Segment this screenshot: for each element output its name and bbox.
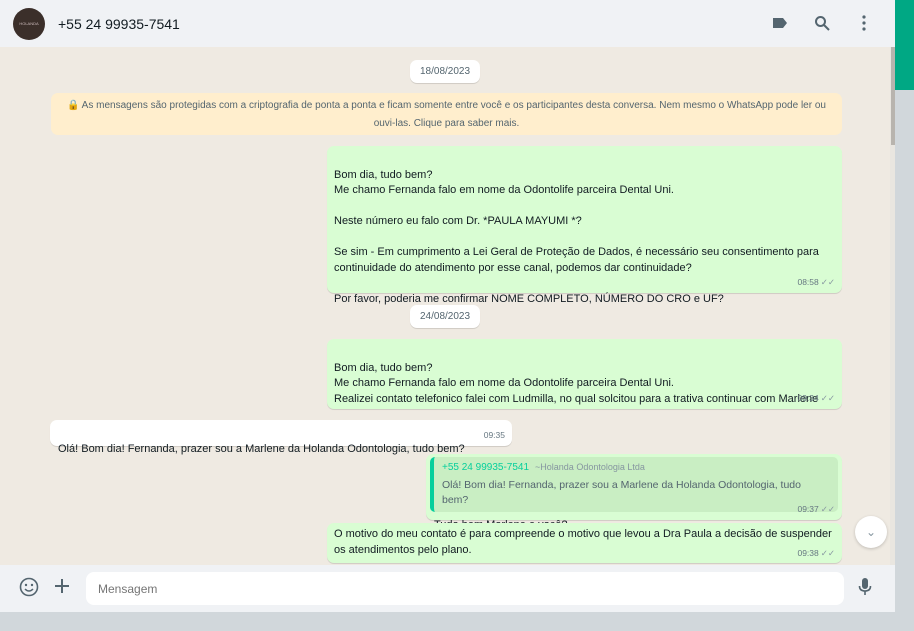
chat-header: HOLANDA +55 24 99935-7541 — [0, 0, 895, 47]
message-time: 08:58 — [797, 276, 819, 287]
message-outgoing: O motivo do meu contato é para compreend… — [327, 523, 842, 563]
message-time: 09:37 — [797, 503, 819, 514]
double-check-icon: ✓✓ — [820, 503, 835, 514]
message-text: O motivo do meu contato é para compreend… — [334, 528, 832, 556]
quote-author-name: ~Holanda Odontologia Ltda — [535, 462, 645, 472]
avatar-logo-text: HOLANDA — [19, 21, 39, 26]
message-time: 09:38 — [797, 547, 819, 558]
emoji-icon[interactable] — [19, 577, 39, 602]
chevron-down-icon: ⌄ — [865, 525, 877, 539]
message-outgoing: Bom dia, tudo bem? Me chamo Fernanda fal… — [327, 146, 842, 305]
message-incoming: Olá! Bom dia! Fernanda, prazer sou a Mar… — [50, 420, 512, 455]
date-separator: 18/08/2023 — [410, 60, 481, 83]
message-meta: 09:38 ✓✓ — [797, 546, 835, 562]
scroll-down-button[interactable]: ⌄ — [855, 516, 887, 548]
microphone-icon[interactable] — [858, 577, 872, 602]
double-check-icon: ✓✓ — [820, 392, 835, 403]
quote-text: Olá! Bom dia! Fernanda, prazer sou a Mar… — [442, 478, 801, 507]
message-meta: 09:37 ✓✓ — [797, 502, 835, 518]
encryption-notice[interactable]: 🔒 As mensagens são protegidas com a crip… — [51, 93, 842, 135]
quote-author: +55 24 99935-7541 — [442, 462, 530, 473]
compose-bar — [0, 565, 895, 612]
message-text: Bom dia, tudo bem? Me chamo Fernanda fal… — [334, 168, 819, 305]
double-check-icon: ✓✓ — [820, 547, 835, 558]
message-meta: 09:34 ✓✓ — [797, 391, 835, 407]
message-meta: 08:58 ✓✓ — [797, 275, 835, 291]
search-icon[interactable] — [811, 12, 833, 34]
message-outgoing-reply: +55 24 99935-7541 ~Holanda Odontologia Lt… — [426, 454, 842, 531]
message-text: Bom dia, tudo bem? Me chamo Fernanda fal… — [334, 361, 819, 405]
contact-name[interactable]: +55 24 99935-7541 — [58, 16, 180, 32]
menu-icon[interactable] — [853, 12, 875, 34]
window-accent-strip — [895, 0, 914, 90]
chat-window: HOLANDA +55 24 99935-7541 18/08/2023 🔒 A… — [0, 0, 895, 612]
message-text: Olá! Bom dia! Fernanda, prazer sou a Mar… — [58, 442, 465, 455]
quoted-message[interactable]: +55 24 99935-7541 ~Holanda Odontologia Lt… — [430, 457, 838, 512]
label-icon[interactable] — [769, 12, 791, 34]
double-check-icon: ✓✓ — [820, 276, 835, 287]
message-time: 09:35 — [483, 429, 505, 440]
attach-plus-icon[interactable] — [53, 577, 71, 600]
message-outgoing: Bom dia, tudo bem? Me chamo Fernanda fal… — [327, 339, 842, 409]
avatar[interactable]: HOLANDA — [13, 7, 45, 40]
message-time: 09:34 — [797, 392, 819, 403]
message-input[interactable] — [86, 572, 844, 605]
date-separator: 24/08/2023 — [410, 305, 481, 328]
